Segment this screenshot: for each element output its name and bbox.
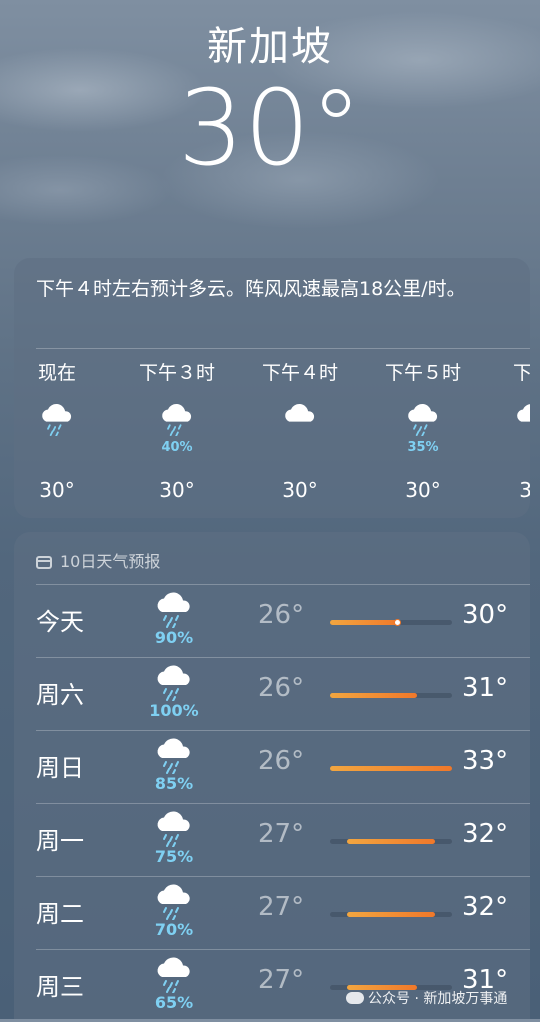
hour-time: 下午４时 — [261, 362, 338, 384]
forecast-row[interactable]: 周六 100% 26° 31° — [14, 657, 530, 730]
temperature-range-track — [330, 619, 452, 626]
forecast-title: 10日天气预报 — [60, 552, 161, 571]
high-temperature: 30° — [462, 600, 509, 630]
precip-chance: 90% — [154, 628, 194, 647]
hour-column: 下午５时 35% 30° — [373, 358, 473, 502]
hour-column: 下午 30 — [482, 358, 530, 502]
hour-column: 下午３时 40% 30° — [127, 358, 227, 502]
forecast-header: 10日天气预报 — [36, 548, 160, 572]
hour-time: 下午３时 — [138, 362, 215, 384]
forecast-row[interactable]: 周一 75% 27° 32° — [14, 803, 530, 876]
hour-temperature: 30° — [405, 478, 441, 502]
hourly-strip[interactable]: 现在 30° 下午３时 40% 30° 下午４时 30° 下午５时 35% 30° 下午 30 — [14, 358, 530, 518]
current-temperature: 30° — [177, 67, 363, 189]
watermark-text: 公众号 · 新加坡万事通 — [368, 991, 508, 1007]
forecast-row[interactable]: 周三 65% 27° 31° — [14, 949, 530, 1022]
low-temperature: 26° — [258, 600, 305, 630]
precip-chance: 65% — [154, 993, 194, 1012]
low-temperature: 26° — [258, 746, 305, 776]
cloud-icon — [250, 400, 350, 456]
hour-column: 现在 30° — [14, 358, 107, 502]
hour-column: 下午４时 30° — [250, 358, 350, 502]
hour-temperature: 30° — [159, 478, 195, 502]
hour-temperature: 30 — [519, 478, 530, 502]
day-label: 周日 — [36, 754, 84, 782]
current-temperature-dot — [393, 619, 401, 626]
cloud-rain-icon — [152, 588, 196, 628]
temperature-range-track — [330, 766, 452, 771]
cloud-rain-icon — [14, 400, 107, 456]
temperature-range-bar — [347, 839, 435, 844]
calendar-icon — [36, 556, 52, 569]
precip-chance: 70% — [154, 920, 194, 939]
weather-summary: 下午４时左右预计多云。阵风风速最高18公里/时。 — [36, 278, 466, 300]
temperature-range-bar — [347, 912, 435, 917]
temperature-range-track — [330, 912, 452, 917]
forecast-row[interactable]: 今天 90% 26° 30° — [14, 584, 530, 657]
day-label: 今天 — [36, 608, 84, 636]
cloud-rain-icon — [152, 734, 196, 774]
watermark: 公众号 · 新加坡万事通 — [346, 988, 507, 1008]
cloud-rain-icon — [152, 880, 196, 920]
cloud-rain-icon — [152, 661, 196, 701]
temperature-range-track — [330, 693, 452, 698]
temperature-range-track — [330, 839, 452, 844]
hour-time: 下午 — [512, 362, 530, 384]
day-label: 周一 — [36, 827, 84, 855]
high-temperature: 31° — [462, 673, 509, 703]
high-temperature: 32° — [462, 892, 509, 922]
low-temperature: 26° — [258, 673, 305, 703]
cloud-icon — [482, 400, 530, 456]
forecast-row[interactable]: 周二 70% 27° 32° — [14, 876, 530, 949]
hourly-forecast-card[interactable]: 下午４时左右预计多云。阵风风速最高18公里/时。 现在 30° 下午３时 40% 30°… — [14, 258, 530, 518]
cloud-rain-icon: 40% — [127, 400, 227, 456]
cloud-rain-icon — [152, 807, 196, 847]
high-temperature: 33° — [462, 746, 509, 776]
precip-chance: 75% — [154, 847, 194, 866]
hour-temperature: 30° — [39, 478, 75, 502]
day-label: 周三 — [36, 973, 84, 1001]
low-temperature: 27° — [258, 819, 305, 849]
day-label: 周二 — [36, 900, 84, 928]
low-temperature: 27° — [258, 892, 305, 922]
divider — [36, 348, 530, 349]
precip-chance: 35% — [407, 440, 439, 455]
precip-chance: 100% — [149, 701, 199, 720]
ten-day-forecast-card[interactable]: 10日天气预报 今天 90% 26° 30° 周六 100% 26° 31° 周日 85% 26° 3… — [14, 532, 530, 1019]
cloud-rain-icon — [152, 953, 196, 993]
precip-chance: 40% — [161, 440, 193, 455]
hour-time: 下午５时 — [384, 362, 461, 384]
wechat-icon — [346, 992, 364, 1004]
temperature-range-bar — [330, 620, 400, 625]
hour-temperature: 30° — [282, 478, 318, 502]
low-temperature: 27° — [258, 965, 305, 995]
cloud-rain-icon: 35% — [373, 400, 473, 456]
day-label: 周六 — [36, 681, 84, 709]
temperature-range-bar — [330, 766, 452, 771]
city-name: 新加坡 — [207, 24, 333, 70]
high-temperature: 32° — [462, 819, 509, 849]
temperature-range-bar — [330, 693, 418, 698]
hour-time: 现在 — [37, 362, 76, 384]
forecast-row[interactable]: 周日 85% 26° 33° — [14, 730, 530, 803]
precip-chance: 85% — [154, 774, 194, 793]
